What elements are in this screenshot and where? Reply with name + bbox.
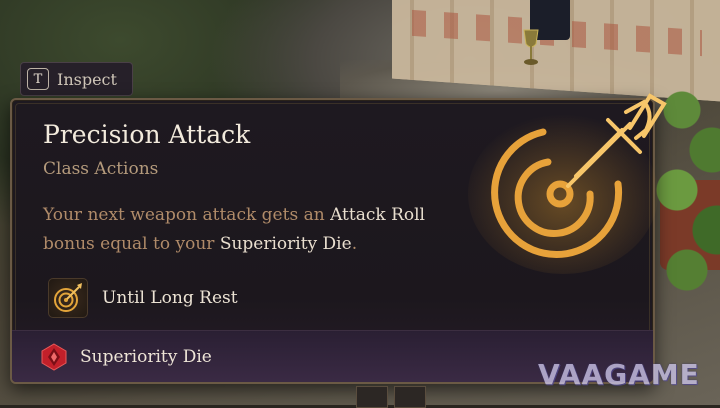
attack-roll-keyword[interactable]: Attack Roll — [330, 205, 425, 225]
superiority-die-keyword[interactable]: Superiority Die — [220, 234, 352, 254]
action-title: Precision Attack — [43, 120, 251, 149]
description-text: . — [351, 234, 358, 254]
description-text: Your next weapon attack gets an — [43, 205, 331, 225]
precision-attack-target-icon — [468, 93, 667, 274]
action-category: Class Actions — [43, 159, 159, 179]
resource-label: Superiority Die — [80, 346, 212, 367]
superiority-die-icon — [41, 342, 67, 371]
duration-label: Until Long Rest — [102, 288, 238, 308]
description-text: bonus equal to your — [43, 234, 220, 254]
action-tooltip: Precision Attack Class Actions Your next… — [10, 93, 667, 384]
duration-row: Until Long Rest — [48, 278, 238, 318]
target-dagger-icon — [48, 278, 88, 318]
inspect-hint[interactable]: T Inspect — [20, 62, 133, 96]
key-t: T — [27, 68, 49, 90]
action-description: Your next weapon attack gets an Attack R… — [43, 201, 453, 259]
goblet-icon — [523, 29, 539, 65]
watermark-logo: VAAGAME — [538, 358, 700, 391]
inspect-label: Inspect — [57, 69, 117, 89]
